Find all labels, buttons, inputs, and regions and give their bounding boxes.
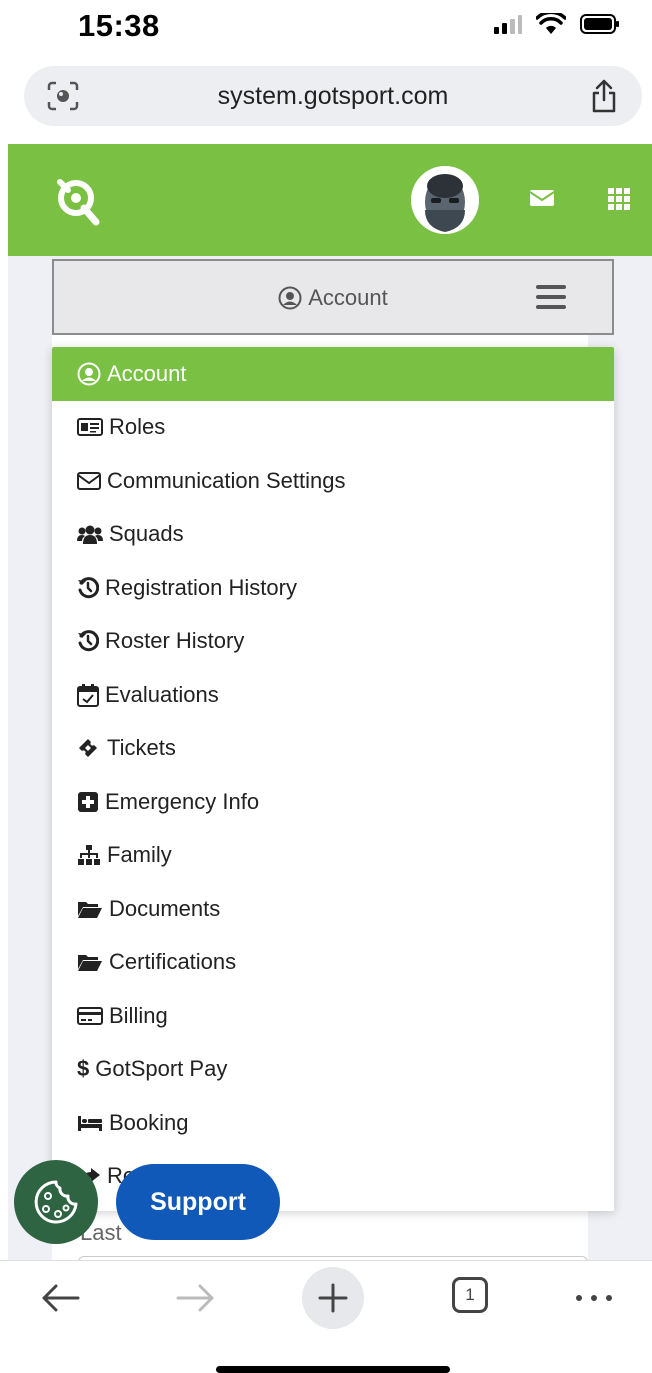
address-bar[interactable]: system.gotsport.com: [24, 66, 642, 126]
id-card-icon: [77, 418, 103, 437]
menu-item-roles[interactable]: Roles: [52, 401, 614, 455]
account-dropdown-menu: Account Roles Communication Settings Squ…: [52, 347, 614, 1211]
menu-item-documents[interactable]: Documents: [52, 882, 614, 936]
menu-item-emergency-info[interactable]: Emergency Info: [52, 775, 614, 829]
menu-item-squads[interactable]: Squads: [52, 508, 614, 562]
bed-icon: [78, 1115, 102, 1131]
status-time: 15:38: [78, 8, 160, 43]
menu-item-label: Roster History: [105, 628, 245, 654]
browser-toolbar: 1: [0, 1260, 652, 1373]
menu-item-label: Booking: [109, 1109, 189, 1135]
menu-item-label: Certifications: [109, 949, 237, 975]
forward-arrow-icon[interactable]: [176, 1283, 216, 1313]
share-icon[interactable]: [590, 78, 618, 114]
menu-item-evaluations[interactable]: Evaluations: [52, 668, 614, 722]
cookie-settings-button[interactable]: [14, 1160, 98, 1244]
dollar-icon: $: [77, 1056, 90, 1082]
app-header: [8, 144, 652, 256]
envelope-icon[interactable]: [530, 188, 554, 208]
url-text[interactable]: system.gotsport.com: [24, 82, 642, 111]
wifi-icon: [536, 13, 566, 34]
history-icon: [78, 630, 99, 652]
menu-item-label: Billing: [109, 1002, 168, 1028]
support-button[interactable]: Support: [116, 1164, 280, 1240]
account-toggle-label: Account: [54, 285, 612, 311]
status-bar: 15:38: [0, 0, 652, 58]
menu-item-label: Evaluations: [105, 681, 219, 707]
menu-item-label: Registration History: [105, 574, 297, 600]
sitemap-icon: [78, 845, 100, 866]
plus-icon: [318, 1283, 348, 1313]
users-icon: [77, 525, 103, 545]
menu-item-booking[interactable]: Booking: [52, 1096, 614, 1150]
new-tab-button[interactable]: [302, 1267, 364, 1329]
home-indicator: [216, 1366, 450, 1373]
account-toggle-text: Account: [308, 285, 388, 310]
menu-item-tickets[interactable]: Tickets: [52, 722, 614, 776]
folder-open-icon: [78, 955, 102, 972]
menu-item-billing[interactable]: Billing: [52, 989, 614, 1043]
apps-grid-icon[interactable]: [608, 188, 630, 210]
calendar-check-icon: [77, 683, 99, 707]
account-menu-toggle[interactable]: Account: [52, 259, 614, 335]
avatar-image: [411, 166, 479, 234]
signal-icon: [494, 15, 522, 34]
history-icon: [78, 576, 99, 598]
menu-item-label: GotSport Pay: [95, 1056, 228, 1082]
gotsport-logo-icon[interactable]: [54, 174, 102, 226]
menu-item-family[interactable]: Family: [52, 829, 614, 883]
avatar[interactable]: [411, 166, 479, 234]
credit-card-icon: [77, 1006, 103, 1025]
menu-item-communication-settings[interactable]: Communication Settings: [52, 454, 614, 508]
menu-item-registration-history[interactable]: Registration History: [52, 561, 614, 615]
user-circle-icon: [278, 286, 302, 310]
hamburger-icon[interactable]: [536, 285, 566, 311]
menu-item-label: Squads: [109, 521, 184, 547]
menu-item-label: Family: [107, 842, 172, 868]
ticket-icon: [79, 739, 97, 758]
back-arrow-icon[interactable]: [40, 1283, 80, 1313]
status-icons: [494, 13, 620, 35]
menu-item-roster-history[interactable]: Roster History: [52, 615, 614, 669]
menu-item-certifications[interactable]: Certifications: [52, 936, 614, 990]
plus-square-icon: [78, 791, 98, 812]
menu-item-account[interactable]: Account: [52, 347, 614, 401]
menu-item-label: Account: [107, 360, 187, 386]
more-options-icon[interactable]: [574, 1293, 614, 1303]
menu-item-label: Communication Settings: [107, 467, 346, 493]
menu-item-label: Documents: [109, 895, 221, 921]
cookie-icon: [34, 1180, 78, 1224]
envelope-icon: [77, 471, 101, 490]
folder-open-icon: [78, 901, 102, 918]
menu-item-label: Emergency Info: [105, 788, 260, 814]
menu-item-gotsport-pay[interactable]: $ GotSport Pay: [52, 1043, 614, 1097]
menu-item-label: Roles: [109, 414, 166, 440]
tabs-button[interactable]: 1: [452, 1277, 488, 1313]
menu-item-label: Tickets: [107, 735, 176, 761]
user-circle-icon: [77, 362, 101, 386]
battery-icon: [580, 14, 619, 34]
